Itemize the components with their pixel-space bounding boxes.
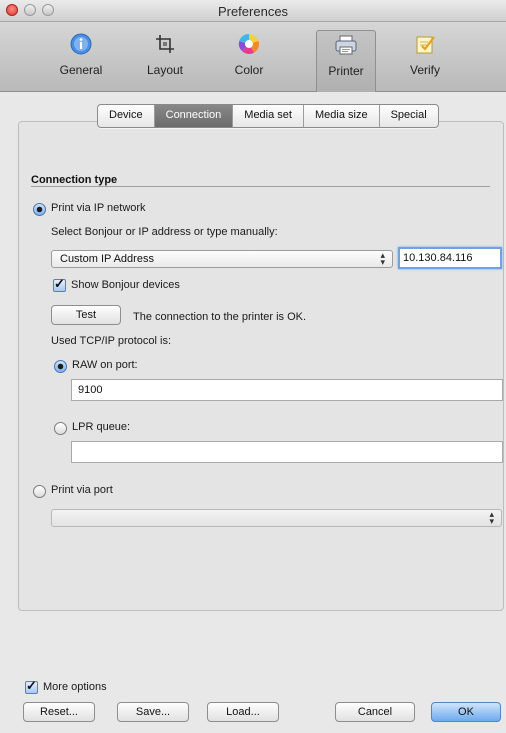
ip-address-field[interactable]: 10.130.84.116 xyxy=(398,247,502,269)
print-via-port-radio[interactable] xyxy=(33,485,46,498)
raw-port-radio[interactable] xyxy=(54,360,67,373)
show-bonjour-label: Show Bonjour devices xyxy=(71,279,180,291)
crop-icon xyxy=(153,32,177,56)
section-title: Connection type xyxy=(31,174,118,186)
tab-media-size[interactable]: Media size xyxy=(304,105,380,127)
section-divider xyxy=(31,186,490,187)
reset-button[interactable]: Reset... xyxy=(23,702,95,722)
preferences-content: Connection type Print via IP network Sel… xyxy=(0,92,506,733)
test-button[interactable]: Test xyxy=(51,305,121,325)
toolbar-label-layout: Layout xyxy=(146,63,184,77)
protocol-label: Used TCP/IP protocol is: xyxy=(51,335,172,347)
tab-connection[interactable]: Connection xyxy=(154,105,234,127)
tab-device[interactable]: Device xyxy=(98,105,155,127)
toolbar-item-layout[interactable]: Layout xyxy=(134,26,196,88)
print-via-ip-radio[interactable] xyxy=(33,203,46,216)
load-button[interactable]: Load... xyxy=(207,702,279,722)
tab-media-set[interactable]: Media set xyxy=(233,105,304,127)
select-arrows-icon: ▴ ▾ xyxy=(489,509,494,526)
toolbar-label-verify: Verify xyxy=(409,63,440,77)
ok-button[interactable]: OK xyxy=(431,702,501,722)
test-status: The connection to the printer is OK. xyxy=(133,311,307,323)
lpr-queue-field[interactable] xyxy=(71,441,503,463)
more-options-checkbox[interactable] xyxy=(25,678,38,694)
toolbar-item-printer[interactable]: Printer xyxy=(316,30,376,92)
print-via-ip-label: Print via IP network xyxy=(51,202,146,214)
window-title: Preferences xyxy=(217,4,289,19)
toolbar-label-printer: Printer xyxy=(328,64,364,78)
more-options-label: More options xyxy=(43,681,107,693)
cancel-button[interactable]: Cancel xyxy=(335,702,415,722)
toolbar-item-verify[interactable]: Verify xyxy=(394,26,456,88)
address-select[interactable]: Custom IP Address ▴ ▾ xyxy=(51,250,393,268)
toolbar-item-general[interactable]: General xyxy=(50,26,112,88)
tab-special[interactable]: Special xyxy=(380,105,438,127)
lpr-queue-label: LPR queue: xyxy=(72,421,131,433)
color-wheel-icon xyxy=(237,32,261,56)
printer-icon xyxy=(334,33,358,57)
toolbar-label-color: Color xyxy=(234,63,264,77)
info-icon xyxy=(69,32,93,56)
title-bar: Preferences xyxy=(0,0,506,22)
show-bonjour-checkbox[interactable] xyxy=(53,276,66,292)
save-button[interactable]: Save... xyxy=(117,702,189,722)
lpr-queue-radio[interactable] xyxy=(54,422,67,435)
address-select-value: Custom IP Address xyxy=(60,253,154,265)
toolbar-item-color[interactable]: Color xyxy=(218,26,280,88)
verify-icon xyxy=(413,32,437,56)
toolbar-label-general: General xyxy=(59,63,103,77)
raw-port-field[interactable]: 9100 xyxy=(71,379,503,401)
bonjour-prompt: Select Bonjour or IP address or type man… xyxy=(51,226,278,238)
preferences-toolbar: General Layout Color Printer Verify xyxy=(0,22,506,92)
print-via-port-label: Print via port xyxy=(51,484,113,496)
port-select[interactable]: ▴ ▾ xyxy=(51,509,502,527)
select-arrows-icon: ▴ ▾ xyxy=(380,250,385,267)
raw-port-label: RAW on port: xyxy=(72,359,138,371)
connection-panel: Connection type Print via IP network Sel… xyxy=(18,121,504,611)
printer-tabs: Device Connection Media set Media size S… xyxy=(97,104,439,128)
